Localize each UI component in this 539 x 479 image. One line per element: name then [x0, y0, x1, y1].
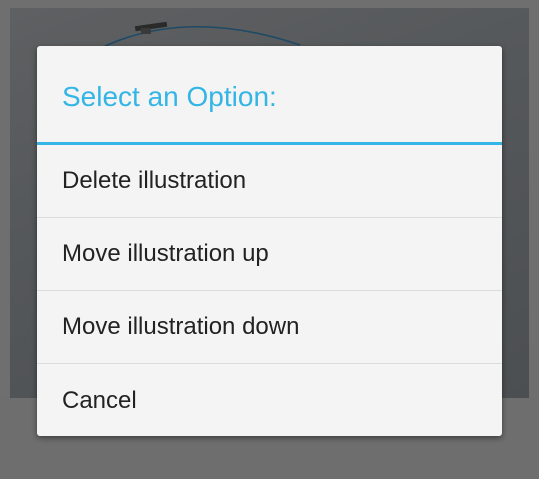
options-dialog: Select an Option: Delete illustration Mo…: [37, 46, 502, 436]
screen: Select an Option: Delete illustration Mo…: [0, 0, 539, 479]
delete-illustration-option[interactable]: Delete illustration: [37, 145, 502, 218]
cancel-option[interactable]: Cancel: [37, 364, 502, 436]
dialog-title: Select an Option:: [62, 81, 277, 112]
move-illustration-up-option[interactable]: Move illustration up: [37, 218, 502, 291]
move-illustration-down-option[interactable]: Move illustration down: [37, 291, 502, 364]
